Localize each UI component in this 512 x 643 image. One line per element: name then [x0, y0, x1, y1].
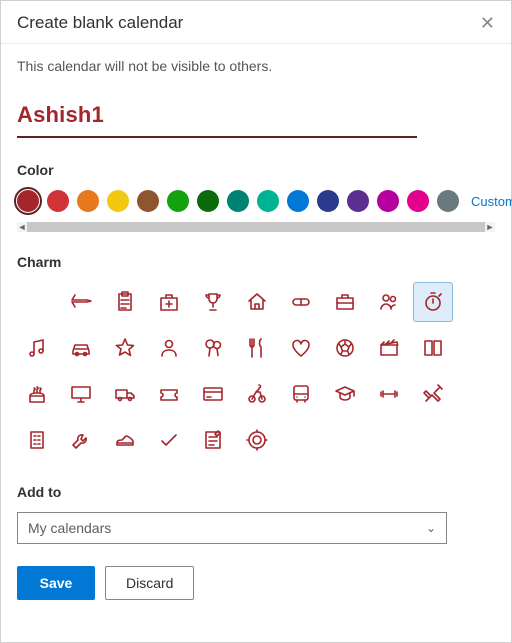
- color-swatch[interactable]: [347, 190, 369, 212]
- wrench-icon[interactable]: [61, 420, 101, 460]
- color-swatch[interactable]: [197, 190, 219, 212]
- people-icon[interactable]: [369, 282, 409, 322]
- notes-icon[interactable]: [193, 420, 233, 460]
- soccer-icon[interactable]: [325, 328, 365, 368]
- heart-icon[interactable]: [281, 328, 321, 368]
- customize-colors-link[interactable]: Customize: [471, 194, 512, 209]
- star-icon[interactable]: [105, 328, 145, 368]
- scroll-left-icon[interactable]: ◄: [17, 222, 27, 232]
- color-swatch[interactable]: [287, 190, 309, 212]
- car-icon[interactable]: [61, 328, 101, 368]
- briefcase-icon[interactable]: [325, 282, 365, 322]
- color-swatch[interactable]: [17, 190, 39, 212]
- color-swatch[interactable]: [167, 190, 189, 212]
- scroll-thumb[interactable]: [27, 222, 485, 232]
- color-swatch[interactable]: [47, 190, 69, 212]
- save-button[interactable]: Save: [17, 566, 95, 600]
- ticket-icon[interactable]: [149, 374, 189, 414]
- color-section-label: Color: [17, 162, 495, 178]
- bus-icon[interactable]: [281, 374, 321, 414]
- color-swatch[interactable]: [377, 190, 399, 212]
- balloons-icon[interactable]: [193, 328, 233, 368]
- food-icon[interactable]: [237, 328, 277, 368]
- cake-icon[interactable]: [17, 374, 57, 414]
- stopwatch-icon[interactable]: [413, 282, 453, 322]
- dumbbell-icon[interactable]: [369, 374, 409, 414]
- pill-icon[interactable]: [281, 282, 321, 322]
- home-icon[interactable]: [237, 282, 277, 322]
- music-icon[interactable]: [17, 328, 57, 368]
- clipboard-icon[interactable]: [105, 282, 145, 322]
- calendar-name-input[interactable]: Ashish1: [17, 102, 417, 138]
- add-to-label: Add to: [17, 484, 495, 500]
- target-icon[interactable]: [237, 420, 277, 460]
- person-icon[interactable]: [149, 328, 189, 368]
- dialog-buttons: Save Discard: [17, 566, 495, 600]
- add-to-dropdown[interactable]: My calendars ⌄: [17, 512, 447, 544]
- color-swatch-row: Customize: [17, 190, 495, 212]
- airplane-icon[interactable]: [61, 282, 101, 322]
- medical-kit-icon[interactable]: [149, 282, 189, 322]
- scroll-right-icon[interactable]: ►: [485, 222, 495, 232]
- graduation-icon[interactable]: [325, 374, 365, 414]
- color-swatch[interactable]: [107, 190, 129, 212]
- color-scrollbar[interactable]: ◄ ►: [17, 222, 495, 232]
- chevron-down-icon: ⌄: [426, 521, 436, 535]
- trophy-icon[interactable]: [193, 282, 233, 322]
- color-swatch[interactable]: [317, 190, 339, 212]
- charm-grid: [17, 282, 495, 460]
- color-swatch[interactable]: [437, 190, 459, 212]
- checkmark-icon[interactable]: [149, 420, 189, 460]
- dialog-title: Create blank calendar: [17, 13, 183, 33]
- close-icon[interactable]: ✕: [480, 14, 495, 32]
- discard-button[interactable]: Discard: [105, 566, 194, 600]
- truck-icon[interactable]: [105, 374, 145, 414]
- dialog-header: Create blank calendar ✕: [1, 1, 511, 44]
- book-icon[interactable]: [413, 328, 453, 368]
- color-swatch[interactable]: [407, 190, 429, 212]
- none-icon[interactable]: [17, 282, 57, 322]
- tools-icon[interactable]: [413, 374, 453, 414]
- color-swatch[interactable]: [227, 190, 249, 212]
- cycling-icon[interactable]: [237, 374, 277, 414]
- monitor-icon[interactable]: [61, 374, 101, 414]
- shoe-icon[interactable]: [105, 420, 145, 460]
- building-icon[interactable]: [17, 420, 57, 460]
- credit-card-icon[interactable]: [193, 374, 233, 414]
- color-swatch[interactable]: [137, 190, 159, 212]
- charm-section-label: Charm: [17, 254, 495, 270]
- color-swatch[interactable]: [77, 190, 99, 212]
- clapperboard-icon[interactable]: [369, 328, 409, 368]
- add-to-value: My calendars: [28, 520, 111, 536]
- color-swatch[interactable]: [257, 190, 279, 212]
- dialog-subtitle: This calendar will not be visible to oth…: [17, 58, 495, 74]
